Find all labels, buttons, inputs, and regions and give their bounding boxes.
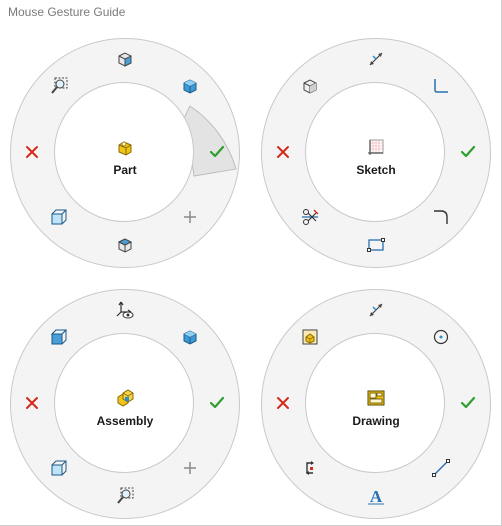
part-gesture-wheel: Part — [10, 38, 240, 268]
part-icon — [115, 137, 135, 157]
circle-icon[interactable] — [430, 326, 452, 348]
wheel-label: Assembly — [96, 414, 154, 428]
move-component-icon[interactable] — [114, 299, 136, 321]
smart-dimension-icon[interactable] — [365, 299, 387, 321]
zoom-to-area-icon[interactable] — [114, 485, 136, 507]
wheel-label: Sketch — [356, 163, 396, 177]
confirm-check-icon[interactable] — [457, 392, 479, 414]
mouse-gesture-guide-window: Mouse Gesture Guide Part Sketch Assembly… — [0, 0, 502, 526]
assembly-icon — [115, 388, 135, 408]
rotate-view-icon[interactable] — [299, 457, 321, 479]
view-isometric-icon[interactable] — [299, 75, 321, 97]
svg-text:A: A — [370, 487, 383, 506]
trim-entities-icon[interactable] — [299, 206, 321, 228]
gesture-hub: Part — [54, 82, 194, 222]
sketch-gesture-wheel: Sketch — [261, 38, 491, 268]
gesture-hub: Assembly — [54, 333, 194, 473]
cancel-x-icon[interactable] — [272, 392, 294, 414]
drawing-gesture-wheel: Drawing A — [261, 289, 491, 519]
smart-dimension-icon[interactable] — [365, 48, 387, 70]
line-icon[interactable] — [430, 457, 452, 479]
view-isometric-icon[interactable] — [179, 75, 201, 97]
rectangle-icon[interactable] — [365, 234, 387, 256]
zoom-to-area-icon[interactable] — [48, 75, 70, 97]
sketch-icon — [366, 137, 386, 157]
confirm-check-icon[interactable] — [457, 141, 479, 163]
confirm-check-icon[interactable] — [206, 141, 228, 163]
add-plus-icon[interactable] — [179, 457, 201, 479]
gesture-hub: Drawing — [305, 333, 445, 473]
cancel-x-icon[interactable] — [272, 141, 294, 163]
view-normal-to-icon[interactable] — [48, 206, 70, 228]
view-isometric-icon[interactable] — [179, 326, 201, 348]
model-view-icon[interactable] — [299, 326, 321, 348]
drawing-icon — [366, 388, 386, 408]
note-text-icon[interactable]: A — [365, 485, 387, 507]
wheel-label: Drawing — [352, 414, 400, 428]
sketch-corner-icon[interactable] — [430, 75, 452, 97]
gesture-hub: Sketch — [305, 82, 445, 222]
cancel-x-icon[interactable] — [21, 141, 43, 163]
view-front-icon[interactable] — [48, 326, 70, 348]
confirm-check-icon[interactable] — [206, 392, 228, 414]
window-title: Mouse Gesture Guide — [8, 5, 126, 19]
assembly-gesture-wheel: Assembly — [10, 289, 240, 519]
add-plus-icon[interactable] — [179, 206, 201, 228]
view-front-icon[interactable] — [114, 48, 136, 70]
wheel-label: Part — [113, 163, 137, 177]
sketch-fillet-icon[interactable] — [430, 206, 452, 228]
cancel-x-icon[interactable] — [21, 392, 43, 414]
view-bottom-icon[interactable] — [114, 234, 136, 256]
view-normal-to-icon[interactable] — [48, 457, 70, 479]
